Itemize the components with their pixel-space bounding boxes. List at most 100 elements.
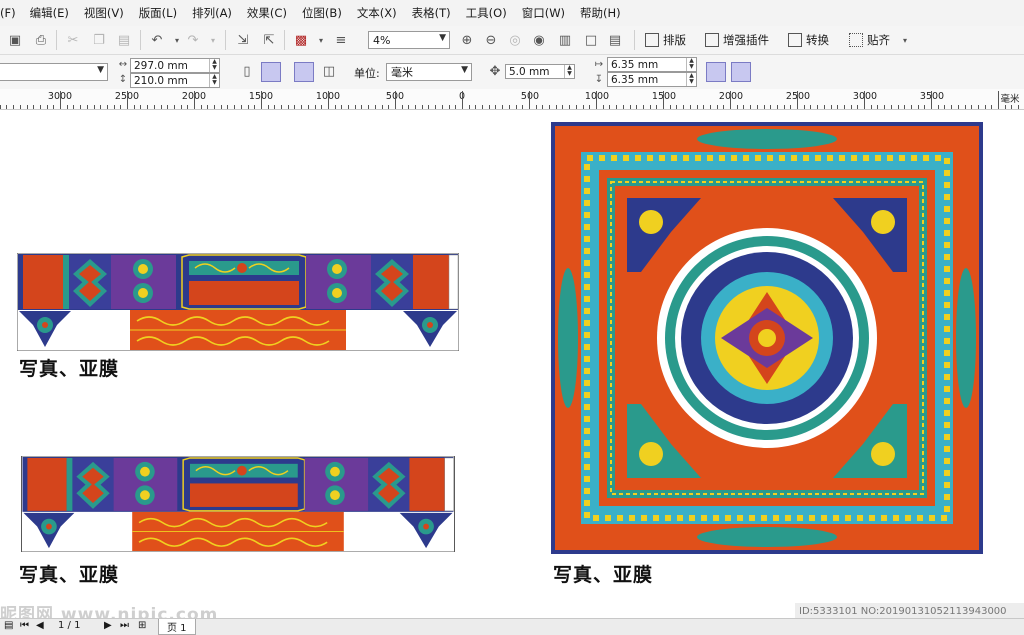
material-caption[interactable]: 写真、亚膜 (19, 560, 119, 587)
current-page-icon[interactable]: ◫ (320, 62, 338, 80)
ruler-tick (911, 105, 912, 109)
menu-view[interactable]: 视图(V) (84, 5, 124, 21)
enhance-plugin-button[interactable]: 增强插件 (705, 30, 769, 50)
paste-icon[interactable]: ▤ (115, 31, 133, 49)
zoom-page-icon[interactable]: ▥ (556, 31, 574, 49)
ruler-tick (388, 105, 389, 109)
ruler-tick (227, 105, 228, 109)
menu-arrange[interactable]: 排列(A) (192, 5, 232, 21)
ruler-tick (703, 105, 704, 109)
ruler-tick (784, 105, 785, 109)
duplicate-y-stepper[interactable]: ▲ ▼ (686, 73, 696, 86)
ruler-tick (918, 105, 919, 109)
layout-plugin-button[interactable]: 排版 (645, 30, 686, 50)
treat-as-filled-toggle[interactable] (706, 62, 726, 82)
export-icon[interactable]: ⇱ (260, 31, 278, 49)
redo-dropdown-icon[interactable]: ▾ (204, 31, 222, 49)
undo-icon[interactable]: ↶ (148, 31, 166, 49)
zoom-width-icon[interactable]: □ (582, 31, 600, 49)
add-page-icon[interactable]: ⊞ (138, 620, 146, 631)
print-icon[interactable]: ⎙ (32, 31, 50, 49)
app-launcher-icon[interactable]: ≡ (332, 31, 350, 49)
publish-dropdown-icon[interactable]: ▾ (312, 31, 330, 49)
drawing-canvas[interactable]: 写真、亚膜 写真、亚膜 写真、亚膜 (0, 110, 1024, 618)
beam-pattern-panel[interactable] (17, 456, 459, 552)
ruler-tick (958, 105, 959, 109)
ruler-tick (998, 91, 999, 109)
menu-tools[interactable]: 工具(O) (466, 5, 507, 21)
ruler-tick (234, 105, 235, 109)
zoom-selected-icon[interactable]: ◎ (506, 31, 524, 49)
snap-to-object-toggle[interactable] (731, 62, 751, 82)
zoom-in-icon[interactable]: ⊕ (458, 31, 476, 49)
ruler-tick (857, 105, 858, 109)
horizontal-ruler[interactable]: 3000 2500 2000 1500 1000 500 0 500 1000 … (0, 89, 1024, 110)
menu-edit[interactable]: 编辑(E) (30, 5, 69, 21)
menu-bitmaps[interactable]: 位图(B) (302, 5, 342, 21)
ruler-tick (944, 105, 945, 109)
convert-plugin-button[interactable]: 转换 (788, 30, 829, 50)
page-tab[interactable]: 页 1 (158, 619, 196, 635)
first-page-icon[interactable]: ⏮ (20, 620, 29, 631)
ruler-tick (697, 105, 698, 109)
duplicate-x-stepper[interactable]: ▲ ▼ (686, 58, 696, 71)
page-size-combo[interactable]: ▼ (0, 63, 108, 81)
previous-page-icon[interactable]: ◀ (36, 620, 44, 631)
ruler-tick (241, 105, 242, 109)
last-page-icon[interactable]: ⏭ (120, 620, 129, 631)
ruler-tick (449, 105, 450, 109)
ruler-tick (335, 105, 336, 109)
ruler-tick (730, 91, 731, 109)
cut-icon[interactable]: ✂ (64, 31, 82, 49)
menu-text[interactable]: 文本(X) (357, 5, 397, 21)
ruler-tick (301, 105, 302, 109)
snap-plugin-button[interactable]: 贴齐 (849, 30, 890, 50)
zoom-all-icon[interactable]: ◉ (530, 31, 548, 49)
ruler-tick (328, 91, 329, 109)
all-pages-toggle[interactable] (294, 62, 314, 82)
beam-pattern-panel[interactable] (17, 253, 459, 351)
page-height-field[interactable]: 210.0 mm ▲ ▼ (130, 73, 220, 88)
menu-file[interactable]: (F) (0, 6, 16, 20)
ruler-tick (495, 105, 496, 109)
menu-effects[interactable]: 效果(C) (247, 5, 287, 21)
redo-icon[interactable]: ↷ (184, 31, 202, 49)
nudge-stepper[interactable]: ▲ ▼ (564, 65, 574, 78)
copy-icon[interactable]: ❐ (90, 31, 108, 49)
landscape-toggle[interactable] (261, 62, 281, 82)
material-caption[interactable]: 写真、亚膜 (553, 560, 653, 587)
chevron-down-icon[interactable]: ▾ (896, 31, 914, 49)
menu-window[interactable]: 窗口(W) (522, 5, 565, 21)
nudge-distance-field[interactable]: 5.0 mm ▲ ▼ (505, 64, 575, 79)
next-page-icon[interactable]: ▶ (104, 620, 112, 631)
ruler-tick (361, 105, 362, 109)
menu-table[interactable]: 表格(T) (412, 5, 451, 21)
import-icon[interactable]: ⇲ (234, 31, 252, 49)
page-width-stepper[interactable]: ▲ ▼ (209, 59, 219, 72)
ruler-tick (435, 105, 436, 109)
menu-layout[interactable]: 版面(L) (139, 5, 177, 21)
save-icon[interactable]: ▣ (6, 31, 24, 49)
zoom-level-combo[interactable]: 4% ▼ (368, 31, 450, 49)
ruler-tick (764, 105, 765, 109)
material-caption[interactable]: 写真、亚膜 (19, 354, 119, 381)
duplicate-y-field[interactable]: 6.35 mm ▲ ▼ (607, 72, 697, 87)
ceiling-pattern-panel[interactable] (551, 122, 983, 554)
menu-help[interactable]: 帮助(H) (580, 5, 621, 21)
ruler-tick (623, 105, 624, 109)
ruler-tick (516, 105, 517, 109)
publish-pdf-icon[interactable]: ▩ (292, 31, 310, 49)
ruler-tick (965, 105, 966, 109)
ruler-tick (348, 105, 349, 109)
units-combo[interactable]: 毫米 ▼ (386, 63, 472, 81)
page-height-stepper[interactable]: ▲ ▼ (209, 74, 219, 87)
page-width-field[interactable]: 297.0 mm ▲ ▼ (130, 58, 220, 73)
ruler-tick (368, 105, 369, 109)
zoom-out-icon[interactable]: ⊖ (482, 31, 500, 49)
portrait-icon[interactable]: ▯ (238, 62, 256, 80)
document-icon[interactable]: ▤ (4, 620, 13, 631)
ruler-unit: 毫米 (1000, 94, 1020, 105)
duplicate-x-field[interactable]: 6.35 mm ▲ ▼ (607, 57, 697, 72)
zoom-height-icon[interactable]: ▤ (606, 31, 624, 49)
ruler-tick (107, 105, 108, 109)
